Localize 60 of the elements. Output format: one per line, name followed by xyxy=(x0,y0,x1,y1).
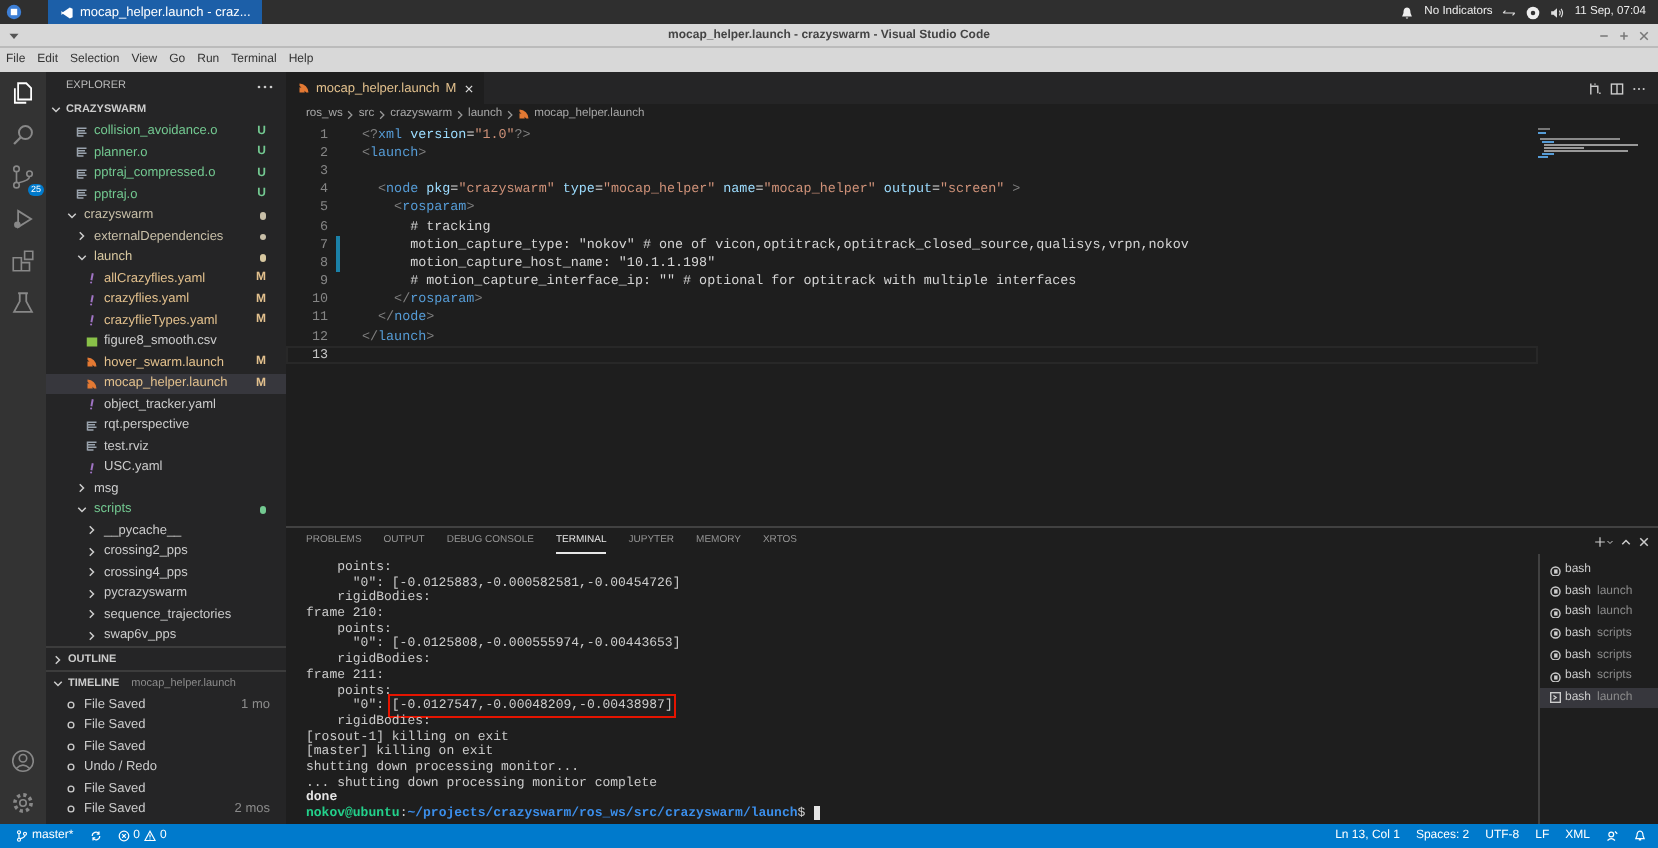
exclamation-icon xyxy=(86,314,98,327)
shell-icon xyxy=(1550,628,1561,640)
maximize-icon[interactable] xyxy=(1618,29,1630,41)
feed-icon xyxy=(518,108,531,120)
app-menu-icon[interactable] xyxy=(6,4,22,20)
feedback-icon[interactable] xyxy=(1606,830,1618,842)
exclamation-icon xyxy=(86,293,98,306)
more-icon[interactable] xyxy=(256,83,274,89)
close-icon[interactable] xyxy=(1638,536,1650,548)
feed-icon xyxy=(298,82,310,94)
commit-circle-icon xyxy=(66,699,76,710)
new-terminal-icon[interactable] xyxy=(1594,536,1606,548)
lines-file-icon xyxy=(86,419,98,432)
terminal-icon xyxy=(1550,692,1561,704)
shell-icon xyxy=(1550,586,1561,598)
shell-icon xyxy=(1550,649,1561,661)
lines-file-icon xyxy=(76,125,88,138)
flask-icon[interactable] xyxy=(10,290,36,316)
commit-circle-icon xyxy=(66,741,76,752)
chevron-icon xyxy=(378,109,387,119)
lines-file-icon xyxy=(86,440,98,453)
lines-file-icon xyxy=(76,146,88,159)
exclamation-icon xyxy=(86,461,98,474)
shell-icon xyxy=(1550,671,1561,683)
lines-file-icon xyxy=(76,167,88,180)
search-icon[interactable] xyxy=(10,122,36,148)
commit-circle-icon xyxy=(66,783,76,794)
maximize-panel-icon[interactable] xyxy=(1620,536,1632,548)
commit-circle-icon xyxy=(66,720,76,731)
window-menu-icon[interactable] xyxy=(8,29,20,41)
shell-icon xyxy=(1550,607,1561,619)
table-file-icon xyxy=(86,335,98,348)
files-icon[interactable] xyxy=(10,80,36,106)
run-debug-icon[interactable] xyxy=(10,206,36,232)
chevron-icon xyxy=(346,109,355,119)
caret-icon[interactable] xyxy=(1606,538,1614,546)
open-changes-icon[interactable] xyxy=(1588,81,1602,95)
minimap-drawing[interactable] xyxy=(1538,128,1638,160)
feed-icon xyxy=(86,356,98,369)
status-icon[interactable] xyxy=(1526,5,1541,19)
volume-icon[interactable] xyxy=(1550,5,1565,19)
shell-icon xyxy=(1550,565,1561,577)
bell-icon[interactable] xyxy=(1400,5,1415,19)
account-icon[interactable] xyxy=(10,748,36,774)
commit-circle-icon xyxy=(66,762,76,773)
chevron-icon[interactable] xyxy=(52,677,64,689)
settings-icon[interactable] xyxy=(10,790,36,816)
lines-file-icon xyxy=(76,188,88,201)
exclamation-icon xyxy=(86,272,98,285)
sync-icon[interactable] xyxy=(89,830,102,842)
network-icon[interactable] xyxy=(1502,5,1517,19)
split-editor-icon[interactable] xyxy=(1610,81,1624,95)
exclamation-icon xyxy=(86,398,98,411)
code-editor-icon xyxy=(60,5,74,19)
chevron-icon xyxy=(456,109,465,119)
terminal-cursor xyxy=(813,806,821,821)
commit-circle-icon xyxy=(66,804,76,815)
extensions-icon[interactable] xyxy=(10,248,36,274)
feed-icon xyxy=(86,377,98,390)
chevron-icon xyxy=(506,109,515,119)
